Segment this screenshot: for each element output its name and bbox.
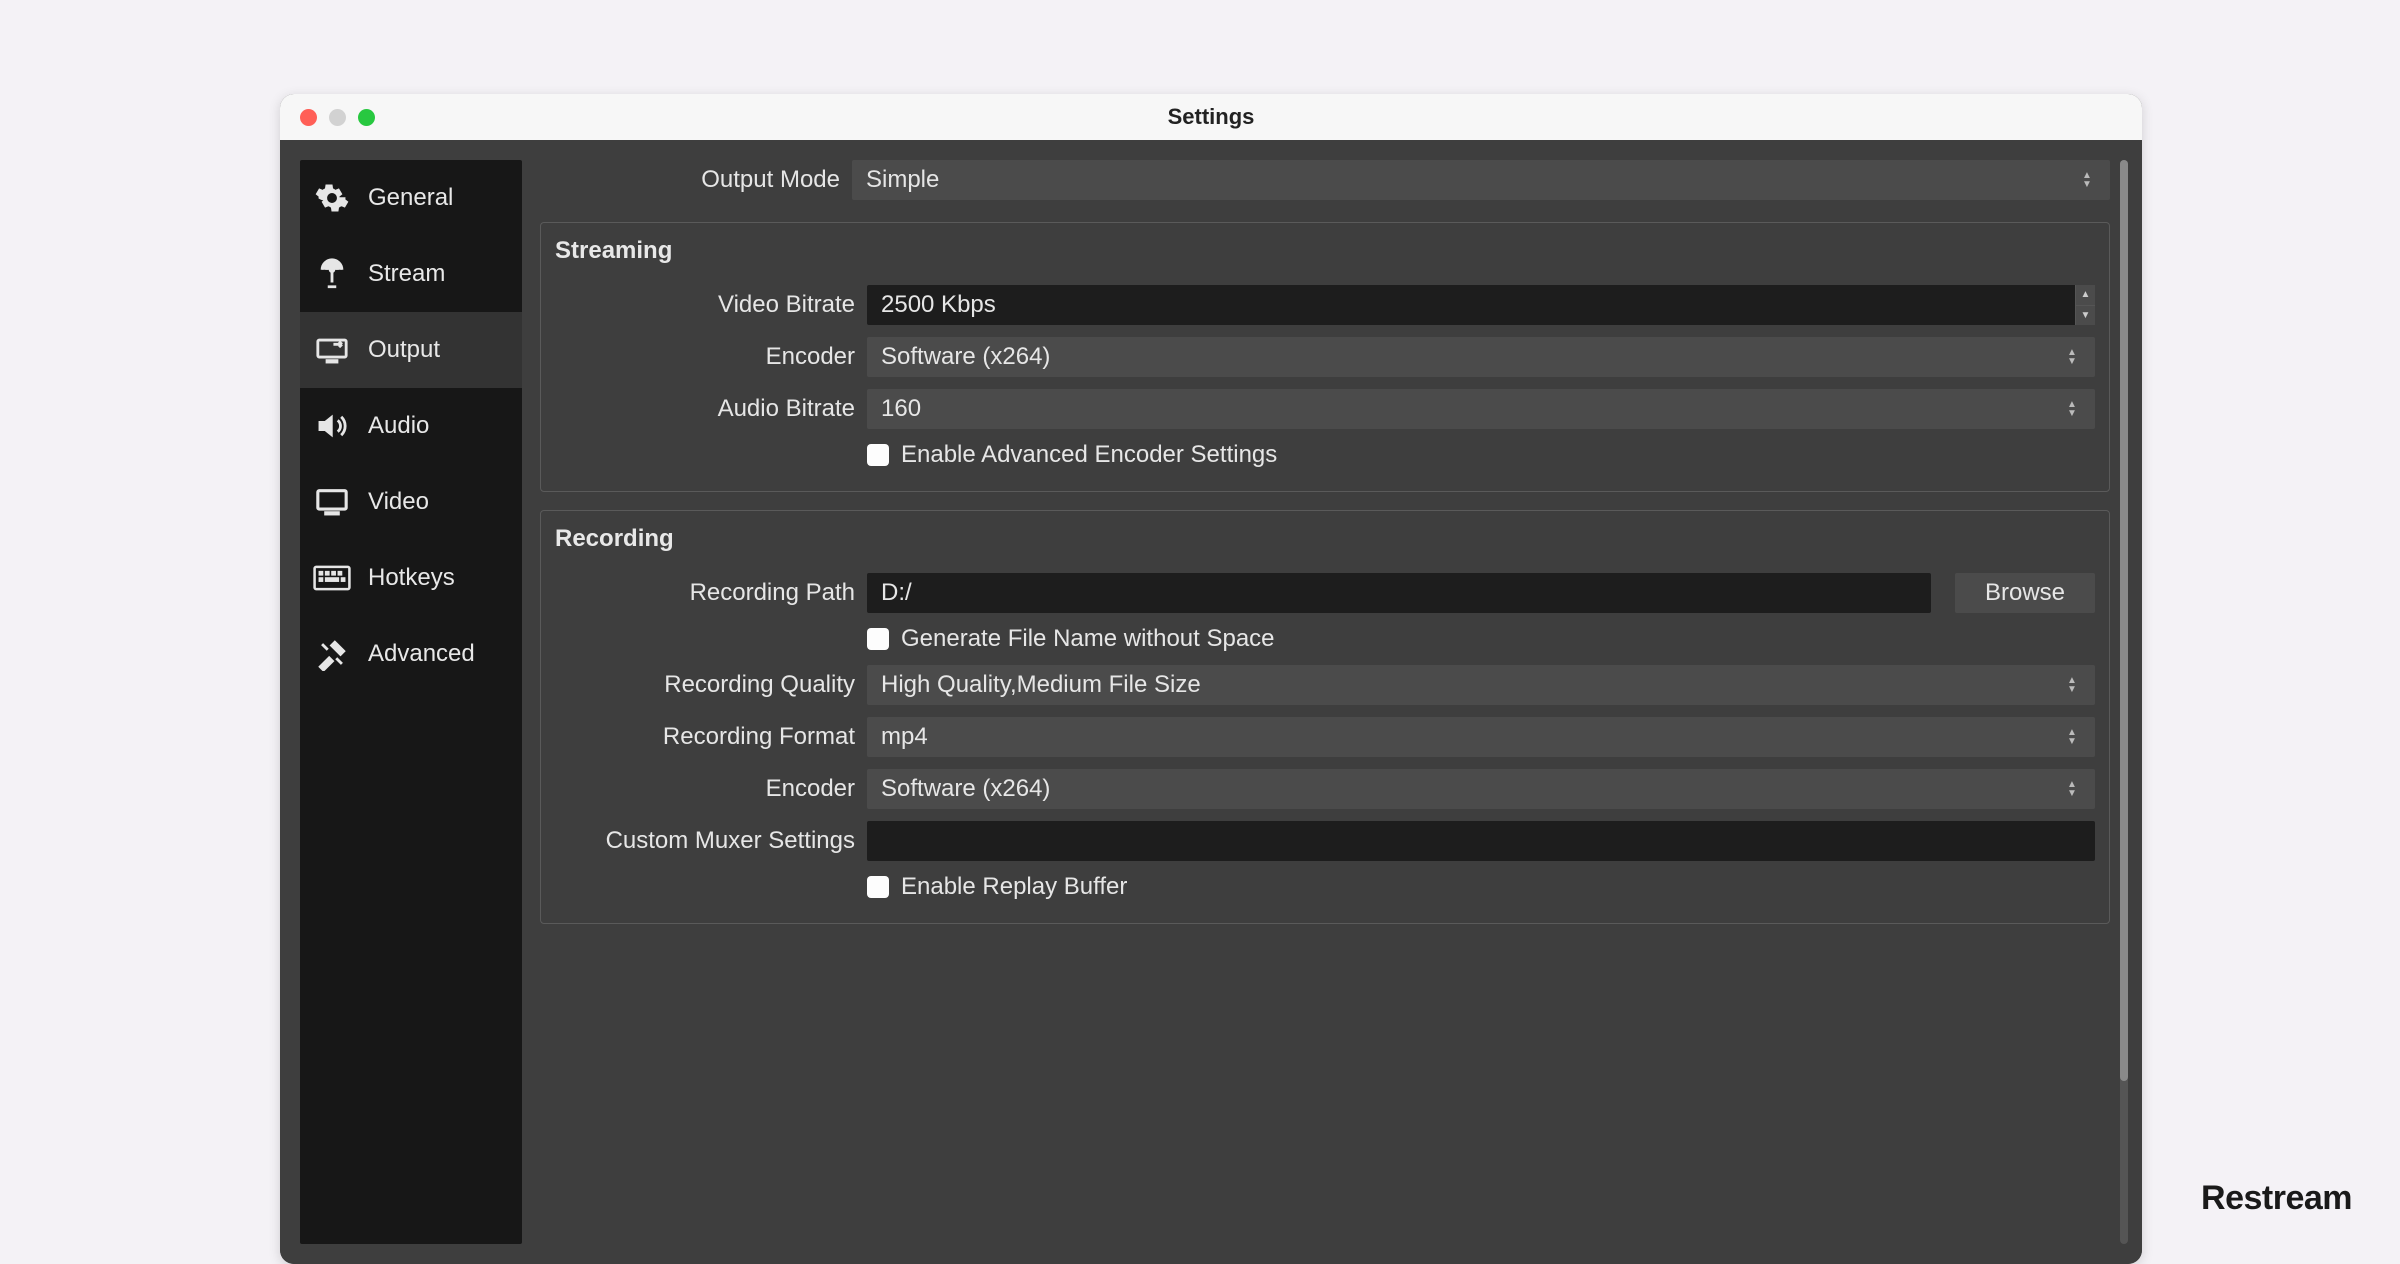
- recording-encoder-row: Encoder Software (x264) ▲▼: [555, 769, 2095, 809]
- speaker-icon: [310, 408, 354, 444]
- streaming-encoder-value: Software (x264): [881, 343, 1050, 371]
- output-mode-label: Output Mode: [540, 166, 840, 194]
- muxer-label: Custom Muxer Settings: [555, 827, 855, 855]
- advanced-encoder-checkbox-row[interactable]: Enable Advanced Encoder Settings: [867, 441, 2095, 469]
- sidebar: General Stream Output Audio: [300, 160, 522, 1244]
- scrollbar-thumb[interactable]: [2120, 160, 2128, 1081]
- sidebar-item-general[interactable]: General: [300, 160, 522, 236]
- chevron-updown-icon: ▲▼: [2063, 348, 2081, 366]
- browse-button-label: Browse: [1985, 579, 2065, 607]
- replay-buffer-label: Enable Replay Buffer: [901, 873, 1127, 901]
- video-bitrate-label: Video Bitrate: [555, 291, 855, 319]
- keyboard-icon: [310, 560, 354, 596]
- chevron-updown-icon: ▲▼: [2063, 728, 2081, 746]
- recording-group: Recording Recording Path D:/ Browse Gene…: [540, 510, 2110, 924]
- audio-bitrate-value: 160: [881, 395, 921, 423]
- sidebar-item-label: Stream: [368, 260, 445, 288]
- video-bitrate-value: 2500 Kbps: [881, 291, 996, 319]
- stepper-icon[interactable]: ▲▼: [2075, 285, 2095, 325]
- antenna-icon: [310, 256, 354, 292]
- video-bitrate-row: Video Bitrate 2500 Kbps ▲▼: [555, 285, 2095, 325]
- no-space-label: Generate File Name without Space: [901, 625, 1275, 653]
- recording-format-row: Recording Format mp4 ▲▼: [555, 717, 2095, 757]
- window-body: General Stream Output Audio: [280, 140, 2142, 1264]
- recording-title: Recording: [555, 525, 2095, 553]
- window-title: Settings: [280, 104, 2142, 130]
- output-mode-row: Output Mode Simple ▲▼: [540, 160, 2110, 200]
- recording-format-label: Recording Format: [555, 723, 855, 751]
- advanced-encoder-label: Enable Advanced Encoder Settings: [901, 441, 1277, 469]
- output-mode-select[interactable]: Simple ▲▼: [852, 160, 2110, 200]
- recording-path-value: D:/: [881, 579, 912, 607]
- streaming-title: Streaming: [555, 237, 2095, 265]
- recording-encoder-select[interactable]: Software (x264) ▲▼: [867, 769, 2095, 809]
- sidebar-item-output[interactable]: Output: [300, 312, 522, 388]
- tools-icon: [310, 636, 354, 672]
- sidebar-item-advanced[interactable]: Advanced: [300, 616, 522, 692]
- scrollbar[interactable]: [2120, 160, 2128, 1244]
- streaming-encoder-select[interactable]: Software (x264) ▲▼: [867, 337, 2095, 377]
- no-space-checkbox-row[interactable]: Generate File Name without Space: [867, 625, 2095, 653]
- titlebar: Settings: [280, 94, 2142, 140]
- recording-quality-value: High Quality,Medium File Size: [881, 671, 1201, 699]
- settings-window: Settings General Stream Output: [280, 94, 2142, 1264]
- streaming-group: Streaming Video Bitrate 2500 Kbps ▲▼ Enc…: [540, 222, 2110, 492]
- recording-path-row: Recording Path D:/ Browse: [555, 573, 2095, 613]
- streaming-encoder-row: Encoder Software (x264) ▲▼: [555, 337, 2095, 377]
- replay-buffer-checkbox-row[interactable]: Enable Replay Buffer: [867, 873, 2095, 901]
- audio-bitrate-row: Audio Bitrate 160 ▲▼: [555, 389, 2095, 429]
- video-bitrate-input[interactable]: 2500 Kbps ▲▼: [867, 285, 2095, 325]
- recording-path-input[interactable]: D:/: [867, 573, 1931, 613]
- sidebar-item-label: Output: [368, 336, 440, 364]
- muxer-row: Custom Muxer Settings: [555, 821, 2095, 861]
- audio-bitrate-select[interactable]: 160 ▲▼: [867, 389, 2095, 429]
- sidebar-item-stream[interactable]: Stream: [300, 236, 522, 312]
- sidebar-item-video[interactable]: Video: [300, 464, 522, 540]
- recording-format-select[interactable]: mp4 ▲▼: [867, 717, 2095, 757]
- recording-path-label: Recording Path: [555, 579, 855, 607]
- main-panel: Output Mode Simple ▲▼ Streaming Video Bi…: [540, 160, 2122, 1244]
- sidebar-item-label: Video: [368, 488, 429, 516]
- checkbox-icon[interactable]: [867, 444, 889, 466]
- chevron-updown-icon: ▲▼: [2078, 171, 2096, 189]
- sidebar-item-audio[interactable]: Audio: [300, 388, 522, 464]
- streaming-encoder-label: Encoder: [555, 343, 855, 371]
- recording-format-value: mp4: [881, 723, 928, 751]
- chevron-updown-icon: ▲▼: [2063, 400, 2081, 418]
- audio-bitrate-label: Audio Bitrate: [555, 395, 855, 423]
- sidebar-item-hotkeys[interactable]: Hotkeys: [300, 540, 522, 616]
- chevron-updown-icon: ▲▼: [2063, 780, 2081, 798]
- sidebar-item-label: Advanced: [368, 640, 475, 668]
- sidebar-item-label: Audio: [368, 412, 429, 440]
- checkbox-icon[interactable]: [867, 876, 889, 898]
- recording-quality-label: Recording Quality: [555, 671, 855, 699]
- watermark-logo: Restream: [2201, 1179, 2352, 1218]
- monitor-arrow-icon: [310, 332, 354, 368]
- sidebar-item-label: Hotkeys: [368, 564, 455, 592]
- checkbox-icon[interactable]: [867, 628, 889, 650]
- browse-button[interactable]: Browse: [1955, 573, 2095, 613]
- output-mode-value: Simple: [866, 166, 939, 194]
- gear-icon: [310, 180, 354, 216]
- recording-quality-select[interactable]: High Quality,Medium File Size ▲▼: [867, 665, 2095, 705]
- recording-encoder-value: Software (x264): [881, 775, 1050, 803]
- recording-encoder-label: Encoder: [555, 775, 855, 803]
- muxer-input[interactable]: [867, 821, 2095, 861]
- monitor-icon: [310, 484, 354, 520]
- chevron-updown-icon: ▲▼: [2063, 676, 2081, 694]
- sidebar-item-label: General: [368, 184, 453, 212]
- recording-quality-row: Recording Quality High Quality,Medium Fi…: [555, 665, 2095, 705]
